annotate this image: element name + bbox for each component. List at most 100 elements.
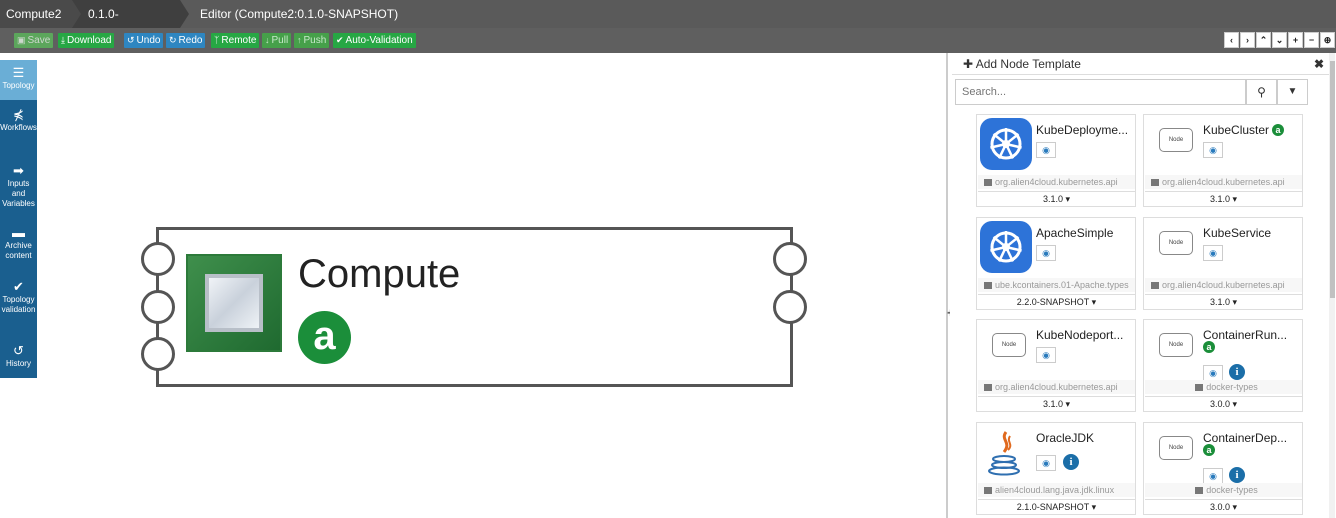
zoom-fit-icon[interactable]: ⊕ bbox=[1320, 32, 1335, 48]
alien-badge-icon: a bbox=[1203, 341, 1215, 353]
eye-icon[interactable]: ◉ bbox=[1036, 455, 1056, 471]
alien-badge-icon: a bbox=[1272, 124, 1285, 136]
node-port-left-1[interactable] bbox=[141, 242, 175, 276]
info-icon[interactable]: i bbox=[1229, 364, 1245, 380]
card-name: ContainerRun... bbox=[1203, 328, 1288, 342]
version-select[interactable]: 3.0.0 ▾ bbox=[1145, 499, 1302, 513]
node-card-containerruntime[interactable]: Node ContainerRun... a ◉ i docker-types … bbox=[1143, 319, 1303, 412]
breadcrumb-app-label: Compute2 bbox=[6, 7, 62, 21]
node-card-apachesimple[interactable]: ApacheSimple ◉ ube.kcontainers.01-Apache… bbox=[976, 217, 1136, 310]
zoom-in-icon[interactable]: + bbox=[1288, 32, 1303, 48]
version-select[interactable]: 3.1.0 ▾ bbox=[1145, 191, 1302, 205]
version-select[interactable]: 2.1.0-SNAPSHOT ▾ bbox=[978, 499, 1135, 513]
filter-icon[interactable]: ▼ bbox=[1277, 79, 1308, 105]
sidebar-item-history[interactable]: ↺ History bbox=[0, 344, 37, 374]
card-namespace-text: alien4cloud.lang.java.jdk.linux bbox=[995, 485, 1115, 495]
close-icon[interactable]: ✖ bbox=[1314, 53, 1324, 75]
node-card-kubenodeport[interactable]: Node KubeNodeport... ◉ org.alien4cloud.k… bbox=[976, 319, 1136, 412]
undo-button[interactable]: ↺ Undo bbox=[124, 33, 164, 48]
caret-down-icon: ▾ bbox=[1091, 297, 1097, 307]
breadcrumb-app[interactable]: Compute2 bbox=[0, 0, 81, 28]
chevron-left-icon[interactable]: ‹ bbox=[1224, 32, 1239, 48]
sidebar-label: Topology validation bbox=[1, 295, 36, 314]
save-button[interactable]: ▣ Save bbox=[14, 33, 54, 48]
info-icon[interactable]: i bbox=[1063, 454, 1079, 470]
search-input[interactable] bbox=[955, 79, 1246, 105]
node-card-kubecluster[interactable]: Node KubeCluster a ◉ org.alien4cloud.kube… bbox=[1143, 114, 1303, 207]
card-namespace: ube.kcontainers.01-Apache.types bbox=[978, 278, 1135, 292]
kubernetes-logo-icon bbox=[980, 118, 1032, 170]
node-card-containerdeployment[interactable]: Node ContainerDep... a ◉ i docker-types … bbox=[1143, 422, 1303, 515]
card-namespace-text: docker-types bbox=[1206, 485, 1258, 495]
redo-button[interactable]: ↻ Redo bbox=[166, 33, 206, 48]
eye-icon[interactable]: ◉ bbox=[1203, 245, 1223, 261]
search-icon[interactable]: ⚲ bbox=[1246, 79, 1277, 105]
node-card-kubedeployment[interactable]: KubeDeployme... ◉ org.alien4cloud.kubern… bbox=[976, 114, 1136, 207]
card-namespace: org.alien4cloud.kubernetes.api bbox=[978, 175, 1135, 189]
sidebar-item-archive[interactable]: ▬ Archive content bbox=[0, 226, 37, 266]
chevron-down-icon[interactable]: ⌄ bbox=[1272, 32, 1287, 48]
node-port-left-2[interactable] bbox=[141, 290, 175, 324]
node-card-oraclejdk[interactable]: OracleJDK ◉ i alien4cloud.lang.java.jdk.… bbox=[976, 422, 1136, 515]
node-port-left-3[interactable] bbox=[141, 337, 175, 371]
undo-label: Undo bbox=[136, 35, 161, 46]
zoom-out-icon[interactable]: − bbox=[1304, 32, 1319, 48]
remote-button[interactable]: ᛉ Remote bbox=[211, 33, 260, 48]
sidebar-item-validation[interactable]: ✔ Topology validation bbox=[0, 280, 37, 330]
chevron-up-icon[interactable]: ⌃ bbox=[1256, 32, 1271, 48]
eye-icon[interactable]: ◉ bbox=[1036, 245, 1056, 261]
arrow-up-icon: ↑ bbox=[297, 35, 302, 45]
sidebar-item-inputs[interactable]: ➡ Inputs and Variables bbox=[0, 164, 37, 214]
push-button[interactable]: ↑ Push bbox=[294, 33, 330, 48]
auto-validation-label: Auto-Validation bbox=[345, 35, 413, 46]
chevron-right-icon[interactable]: › bbox=[1240, 32, 1255, 48]
panel-scrollbar-thumb[interactable] bbox=[1330, 61, 1335, 298]
card-name: KubeService bbox=[1203, 226, 1272, 240]
panel-title: Add Node Template bbox=[975, 57, 1081, 71]
eye-icon[interactable]: ◉ bbox=[1203, 468, 1223, 484]
check-circle-icon: ✔ bbox=[336, 35, 344, 45]
topology-icon: ☰ bbox=[12, 65, 25, 80]
git-branch-icon: ᛉ bbox=[214, 35, 220, 45]
auto-validation-button[interactable]: ✔ Auto-Validation bbox=[333, 33, 416, 48]
breadcrumb-version[interactable]: 0.1.0-SNAPSHOT bbox=[72, 0, 189, 49]
download-button[interactable]: ⤓ Download bbox=[58, 33, 115, 48]
card-version: 3.1.0 bbox=[1042, 194, 1063, 204]
version-select[interactable]: 3.1.0 ▾ bbox=[1145, 294, 1302, 308]
version-select[interactable]: 2.2.0-SNAPSHOT ▾ bbox=[978, 294, 1135, 308]
card-namespace-text: ube.kcontainers.01-Apache.types bbox=[995, 280, 1129, 290]
sidebar-item-topology[interactable]: ☰ Topology bbox=[0, 60, 37, 100]
node-logo-icon: Node bbox=[1147, 426, 1199, 478]
sidebar-item-workflows[interactable]: ⋠ Workflows bbox=[0, 108, 37, 152]
topology-canvas[interactable]: Compute a bbox=[37, 53, 946, 518]
node-logo-icon: Node bbox=[1147, 323, 1199, 375]
sign-in-icon: ➡ bbox=[13, 163, 24, 178]
card-name: OracleJDK bbox=[1036, 431, 1095, 445]
panel-divider[interactable] bbox=[946, 53, 948, 518]
compute-node[interactable]: Compute a bbox=[156, 227, 793, 387]
archive-icon bbox=[1195, 487, 1204, 494]
editor-toolbar: ▣ Save ⤓ Download ↺ Undo ↻ Redo ᛉ Remote ↓ Pul… bbox=[0, 28, 1336, 53]
eye-icon[interactable]: ◉ bbox=[1036, 142, 1056, 158]
eye-icon[interactable]: ◉ bbox=[1203, 142, 1223, 158]
archive-icon bbox=[1195, 384, 1204, 391]
node-card-kubeservice[interactable]: Node KubeService ◉ org.alien4cloud.kuber… bbox=[1143, 217, 1303, 310]
node-port-right-2[interactable] bbox=[773, 290, 807, 324]
arrow-down-icon: ↓ bbox=[265, 35, 270, 45]
info-icon[interactable]: i bbox=[1229, 467, 1245, 483]
eye-icon[interactable]: ◉ bbox=[1203, 365, 1223, 381]
card-namespace: org.alien4cloud.kubernetes.api bbox=[1145, 175, 1302, 189]
download-icon: ⤓ bbox=[61, 35, 65, 45]
caret-down-icon: ▾ bbox=[1065, 194, 1071, 204]
sidebar-label: Topology bbox=[2, 81, 35, 90]
version-select[interactable]: 3.0.0 ▾ bbox=[1145, 396, 1302, 410]
caret-down-icon: ▾ bbox=[1232, 399, 1238, 409]
pull-button[interactable]: ↓ Pull bbox=[262, 33, 292, 48]
version-select[interactable]: 3.1.0 ▾ bbox=[978, 396, 1135, 410]
sidebar-label: History bbox=[6, 359, 31, 368]
node-port-right-1[interactable] bbox=[773, 242, 807, 276]
card-version: 3.1.0 bbox=[1042, 399, 1063, 409]
archive-icon bbox=[984, 384, 992, 391]
version-select[interactable]: 3.1.0 ▾ bbox=[978, 191, 1135, 205]
eye-icon[interactable]: ◉ bbox=[1036, 347, 1056, 363]
